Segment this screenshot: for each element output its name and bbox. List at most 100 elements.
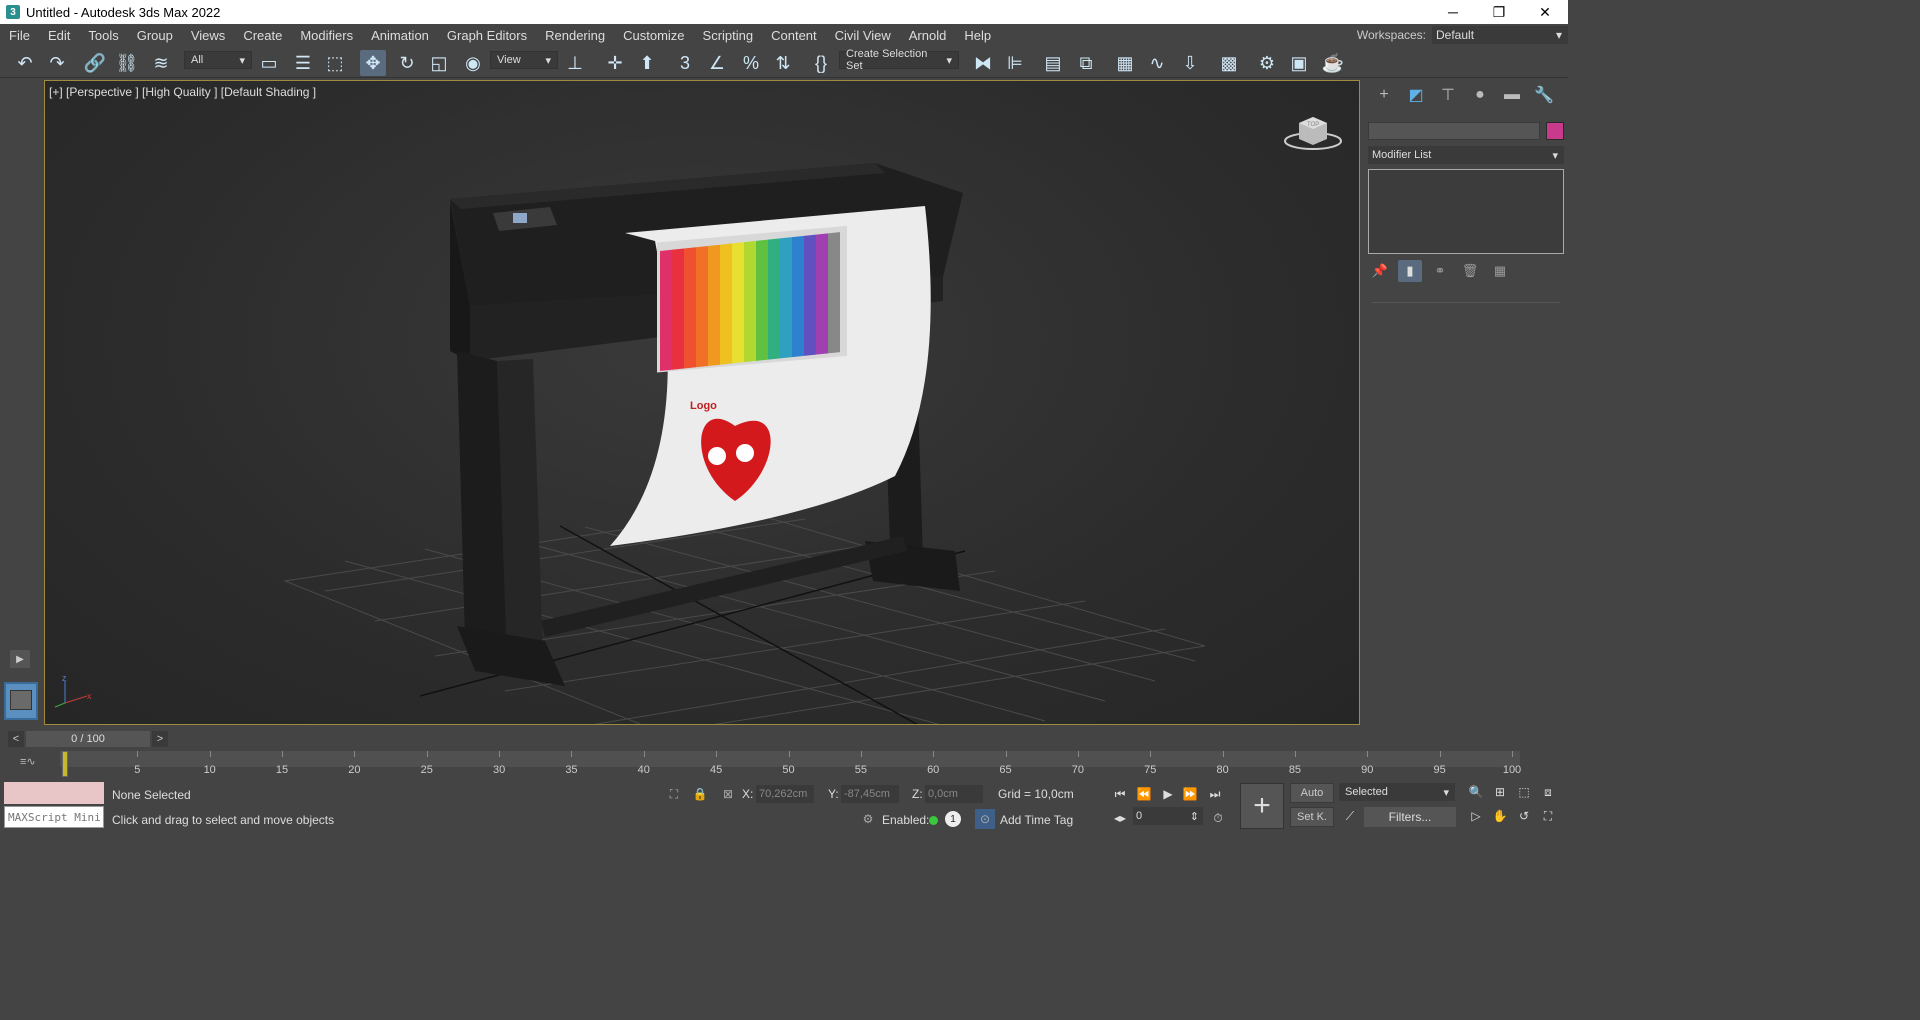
menu-tools[interactable]: Tools [79,28,127,43]
select-manipulate-icon[interactable]: ✛ [602,50,628,76]
angle-snap-icon[interactable]: ∠ [704,50,730,76]
menu-help[interactable]: Help [955,28,1000,43]
time-slider[interactable]: 0 / 100 [26,731,150,747]
menu-graph-editors[interactable]: Graph Editors [438,28,536,43]
make-unique-icon[interactable]: ⚭ [1428,260,1452,282]
utilities-tab-icon[interactable]: 🔧 [1528,82,1560,108]
rendered-frame-window-icon[interactable]: ▣ [1286,50,1312,76]
object-color-swatch[interactable] [1546,122,1564,140]
maxscript-output[interactable] [4,782,104,804]
viewport-layout-thumbnail[interactable] [4,682,38,720]
keyboard-shortcut-override-icon[interactable]: ⬆ [634,50,660,76]
maximize-viewport-icon[interactable]: ⛶ [1538,807,1558,825]
align-icon[interactable]: ⊫ [1002,50,1028,76]
z-coord-field[interactable]: 0,0cm [925,785,983,803]
modifier-stack[interactable] [1368,169,1564,254]
edit-named-selection-icon[interactable]: {} [808,50,834,76]
menu-animation[interactable]: Animation [362,28,438,43]
menu-file[interactable]: File [0,28,39,43]
add-time-tag[interactable]: Add Time Tag [1000,813,1073,827]
menu-scripting[interactable]: Scripting [694,28,763,43]
undo-icon[interactable]: ↶ [12,50,38,76]
select-object-icon[interactable]: ▭ [256,50,282,76]
orbit-icon[interactable]: ↺ [1514,807,1534,825]
panel-divider[interactable] [1372,302,1560,303]
scene-explorer-icon[interactable]: ▤ [1040,50,1066,76]
field-of-view-icon[interactable]: ▷ [1466,807,1486,825]
time-cursor[interactable] [62,751,68,777]
create-tab-icon[interactable]: + [1368,82,1400,108]
unlink-icon[interactable]: ⛓ [114,50,140,76]
link-icon[interactable]: 🔗 [82,50,108,76]
select-by-name-icon[interactable]: ☰ [290,50,316,76]
maxscript-input[interactable]: MAXScript Mini [4,806,104,828]
minimize-button[interactable]: ─ [1430,0,1476,24]
goto-start-icon[interactable]: ⏮ [1110,785,1130,803]
mini-curve-editor-icon[interactable]: ≡∿ [20,755,36,768]
menu-rendering[interactable]: Rendering [536,28,614,43]
isolate-selection-icon[interactable]: ⛶ [664,784,684,804]
menu-modifiers[interactable]: Modifiers [291,28,362,43]
zoom-icon[interactable]: 🔍 [1466,783,1486,801]
set-key-button[interactable]: Set K. [1290,807,1334,827]
selection-lock-icon[interactable]: 🔒 [690,784,710,804]
previous-frame-icon[interactable]: ⏪ [1134,785,1154,803]
menu-civil-view[interactable]: Civil View [826,28,900,43]
auto-key-button[interactable]: Auto [1290,783,1334,803]
select-and-place-icon[interactable]: ◉ [460,50,486,76]
bind-space-warp-icon[interactable]: ≋ [148,50,174,76]
workspaces-dropdown[interactable]: Default ▾ [1432,26,1568,44]
expand-layouts-icon[interactable]: ▶ [10,650,30,668]
pin-stack-icon[interactable]: 📌 [1368,260,1392,282]
remove-modifier-icon[interactable]: 🗑 [1458,260,1482,282]
y-coord-field[interactable]: -87,45cm [841,785,899,803]
spinner-snap-icon[interactable]: ⇅ [770,50,796,76]
redo-icon[interactable]: ↷ [44,50,70,76]
key-mode-toggle-icon[interactable]: ◂▸ [1110,809,1130,827]
object-name-field[interactable] [1368,122,1540,140]
show-end-result-icon[interactable]: ▮ [1398,260,1422,282]
x-coord-field[interactable]: 70,262cm [756,785,814,803]
reference-coordinate-dropdown[interactable]: View ▾ [490,51,558,69]
adaptive-degradation-icon[interactable]: ⚙ [858,809,878,829]
select-and-scale-icon[interactable]: ◱ [426,50,452,76]
render-setup-icon[interactable]: ⚙ [1254,50,1280,76]
time-slider-prev-button[interactable]: < [8,731,24,747]
key-filter-dropdown[interactable]: Selected ▾ [1339,783,1455,801]
time-configuration-icon[interactable]: ⏱ [1208,809,1228,827]
menu-arnold[interactable]: Arnold [900,28,956,43]
named-selection-dropdown[interactable]: Create Selection Set ▾ [839,48,959,72]
set-key-icon[interactable]: + [1240,783,1284,829]
time-tag-icon[interactable]: ⊙ [975,809,995,829]
schematic-view-icon[interactable]: ⇩ [1177,50,1203,76]
key-filters-button[interactable]: Filters... [1364,807,1456,827]
menu-content[interactable]: Content [762,28,826,43]
enabled-count-badge[interactable]: 1 [945,811,961,827]
layer-explorer-icon[interactable]: ⧉ [1073,50,1099,76]
configure-modifier-sets-icon[interactable]: ▦ [1488,260,1512,282]
mirror-icon[interactable]: ⧓ [970,50,996,76]
menu-edit[interactable]: Edit [39,28,79,43]
time-slider-next-button[interactable]: > [152,731,168,747]
render-production-icon[interactable]: ☕ [1320,50,1346,76]
current-frame-field[interactable]: 0 ⇕ [1133,807,1203,825]
motion-tab-icon[interactable]: ● [1464,82,1496,108]
absolute-transform-icon[interactable]: ⊠ [718,784,738,804]
menu-views[interactable]: Views [182,28,234,43]
curve-editor-icon[interactable]: ∿ [1144,50,1170,76]
modify-tab-icon[interactable]: ◩ [1400,82,1432,108]
selection-filter-dropdown[interactable]: All ▾ [184,51,252,69]
default-in-out-tangents-icon[interactable]: ⟋ [1340,807,1360,825]
rectangle-selection-icon[interactable]: ⬚ [322,50,348,76]
close-button[interactable]: ✕ [1522,0,1568,24]
ribbon-toggle-icon[interactable]: ▦ [1112,50,1138,76]
menu-customize[interactable]: Customize [614,28,693,43]
next-frame-icon[interactable]: ⏩ [1180,785,1200,803]
hierarchy-tab-icon[interactable]: ⊤ [1432,82,1464,108]
viewcube[interactable]: TOP [1283,109,1343,153]
zoom-extents-all-icon[interactable]: ⧈ [1538,783,1558,801]
pan-view-icon[interactable]: ✋ [1490,807,1510,825]
goto-end-icon[interactable]: ⏭ [1205,785,1225,803]
play-icon[interactable]: ▶ [1158,785,1178,803]
restore-button[interactable]: ❐ [1476,0,1522,24]
